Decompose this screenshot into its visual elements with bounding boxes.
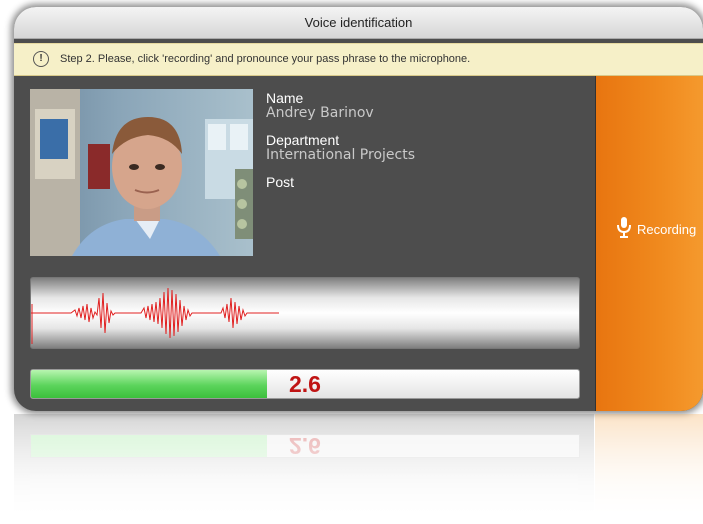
department-value: International Projects [266,147,415,163]
exclamation-icon: ! [33,51,49,67]
notice-text: Step 2. Please, click 'recording' and pr… [60,53,471,65]
match-score-value: 2.6 [289,371,321,397]
post-label: Post [266,174,295,190]
waveform-display [30,277,580,349]
waveform-graph [31,287,279,344]
step-notice: ! Step 2. Please, click 'recording' and … [14,43,703,76]
microphone-icon [617,217,631,238]
window-reflection: 2.6 [14,414,703,524]
match-score-bar: 2.6 [30,369,580,399]
recording-button[interactable]: Recording [595,76,703,411]
window-title: Voice identification [14,7,703,39]
voice-identification-window: Voice identification ! Step 2. Please, c… [14,7,703,411]
name-value: Andrey Barinov [266,105,374,121]
user-photo [30,89,253,256]
name-label: Name [266,90,304,106]
department-label: Department [266,132,340,148]
waveform-line [31,287,279,339]
recording-label: Recording [637,222,697,237]
profile-info: Name Andrey Barinov Department Internati… [266,91,586,190]
